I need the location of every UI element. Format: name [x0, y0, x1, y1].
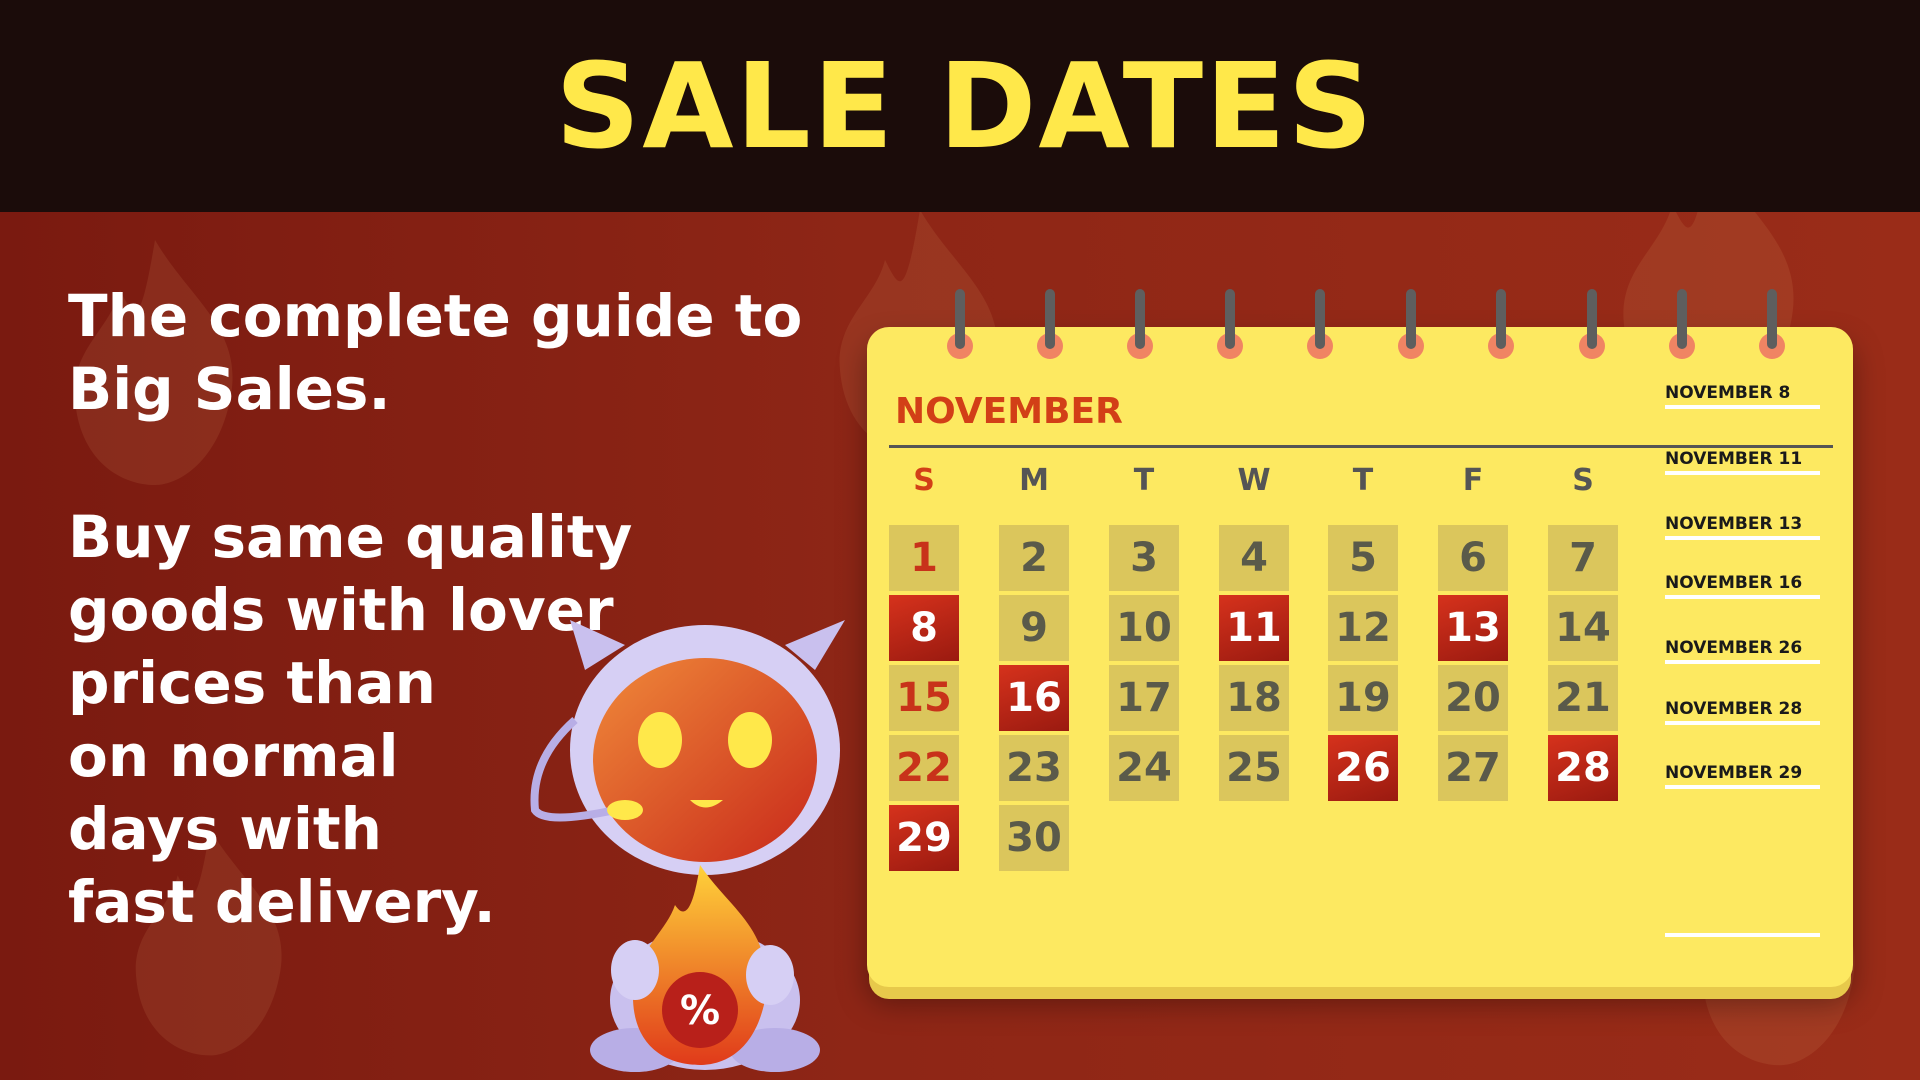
sale-date-item: NOVEMBER 8: [1665, 383, 1820, 409]
divider: [889, 445, 1833, 448]
sale-day-cell[interactable]: 26: [1328, 735, 1398, 801]
spiral-ring-icon: [947, 289, 975, 359]
day-cell[interactable]: 17: [1109, 665, 1179, 731]
day-cell[interactable]: 14: [1548, 595, 1618, 661]
intro-line: prices than: [68, 649, 436, 717]
weekday-label: S: [913, 463, 935, 498]
day-cell[interactable]: 20: [1438, 665, 1508, 731]
page-title: SALE DATES: [555, 37, 1375, 175]
sale-day-cell[interactable]: 13: [1438, 595, 1508, 661]
day-cell[interactable]: 19: [1328, 665, 1398, 731]
day-cell[interactable]: 30: [999, 805, 1069, 871]
sale-day-cell[interactable]: 29: [889, 805, 959, 871]
spiral-ring-icon: [1759, 289, 1787, 359]
spiral-ring-icon: [1217, 289, 1245, 359]
mascot-percent-label: %: [680, 988, 720, 1034]
weekday-label: T: [1133, 463, 1155, 498]
day-cell[interactable]: 1: [889, 525, 959, 591]
intro-paragraph-1: The complete guide to Big Sales.: [68, 280, 828, 426]
day-cell[interactable]: 18: [1219, 665, 1289, 731]
sale-day-cell[interactable]: 28: [1548, 735, 1618, 801]
intro-line: Buy same quality: [68, 503, 633, 571]
day-cell[interactable]: 23: [999, 735, 1069, 801]
sale-day-cell[interactable]: 11: [1219, 595, 1289, 661]
sale-day-cell[interactable]: 8: [889, 595, 959, 661]
weekday-label: M: [1019, 463, 1049, 498]
day-cell[interactable]: 6: [1438, 525, 1508, 591]
calendar: NOVEMBER S M T W T F S 1 2 3 4 5 6 7 8 9 10 11 12 13 14 15 16 1…: [867, 289, 1853, 987]
spiral-ring-icon: [1037, 289, 1065, 359]
day-cell[interactable]: 4: [1219, 525, 1289, 591]
day-cell[interactable]: 21: [1548, 665, 1618, 731]
day-cell[interactable]: 2: [999, 525, 1069, 591]
sale-date-item: NOVEMBER 11: [1665, 449, 1820, 475]
spiral-ring-icon: [1398, 289, 1426, 359]
sale-date-item: NOVEMBER 26: [1665, 638, 1820, 664]
intro-line: days with: [68, 795, 382, 863]
spiral-ring-icon: [1669, 289, 1697, 359]
day-cell[interactable]: 22: [889, 735, 959, 801]
intro-line: Big Sales.: [68, 355, 391, 423]
sale-date-item: NOVEMBER 28: [1665, 699, 1820, 725]
sale-day-cell[interactable]: 16: [999, 665, 1069, 731]
intro-line: The complete guide to: [68, 282, 803, 350]
day-cell[interactable]: 10: [1109, 595, 1179, 661]
spiral-ring-icon: [1307, 289, 1335, 359]
weekday-label: F: [1462, 463, 1484, 498]
intro-line: on normal: [68, 722, 399, 790]
intro-line: fast delivery.: [68, 868, 496, 936]
page-header: SALE DATES: [0, 0, 1920, 212]
spiral-ring-icon: [1488, 289, 1516, 359]
day-cell[interactable]: 15: [889, 665, 959, 731]
day-cell[interactable]: 9: [999, 595, 1069, 661]
spiral-ring-icon: [1127, 289, 1155, 359]
robot-mascot: %: [530, 620, 845, 1072]
day-cell[interactable]: 25: [1219, 735, 1289, 801]
weekday-label: S: [1572, 463, 1594, 498]
weekday-label: T: [1352, 463, 1374, 498]
day-cell[interactable]: 27: [1438, 735, 1508, 801]
sale-date-item: NOVEMBER 13: [1665, 514, 1820, 540]
blank-note-line: [1665, 933, 1820, 937]
calendar-month: NOVEMBER: [895, 391, 1123, 432]
weekday-label: W: [1237, 463, 1271, 498]
day-cell[interactable]: 5: [1328, 525, 1398, 591]
day-cell[interactable]: 12: [1328, 595, 1398, 661]
day-cell[interactable]: 24: [1109, 735, 1179, 801]
sale-date-item: NOVEMBER 16: [1665, 573, 1820, 599]
spiral-ring-icon: [1579, 289, 1607, 359]
day-cell[interactable]: 7: [1548, 525, 1618, 591]
sale-date-item: NOVEMBER 29: [1665, 763, 1820, 789]
day-cell[interactable]: 3: [1109, 525, 1179, 591]
